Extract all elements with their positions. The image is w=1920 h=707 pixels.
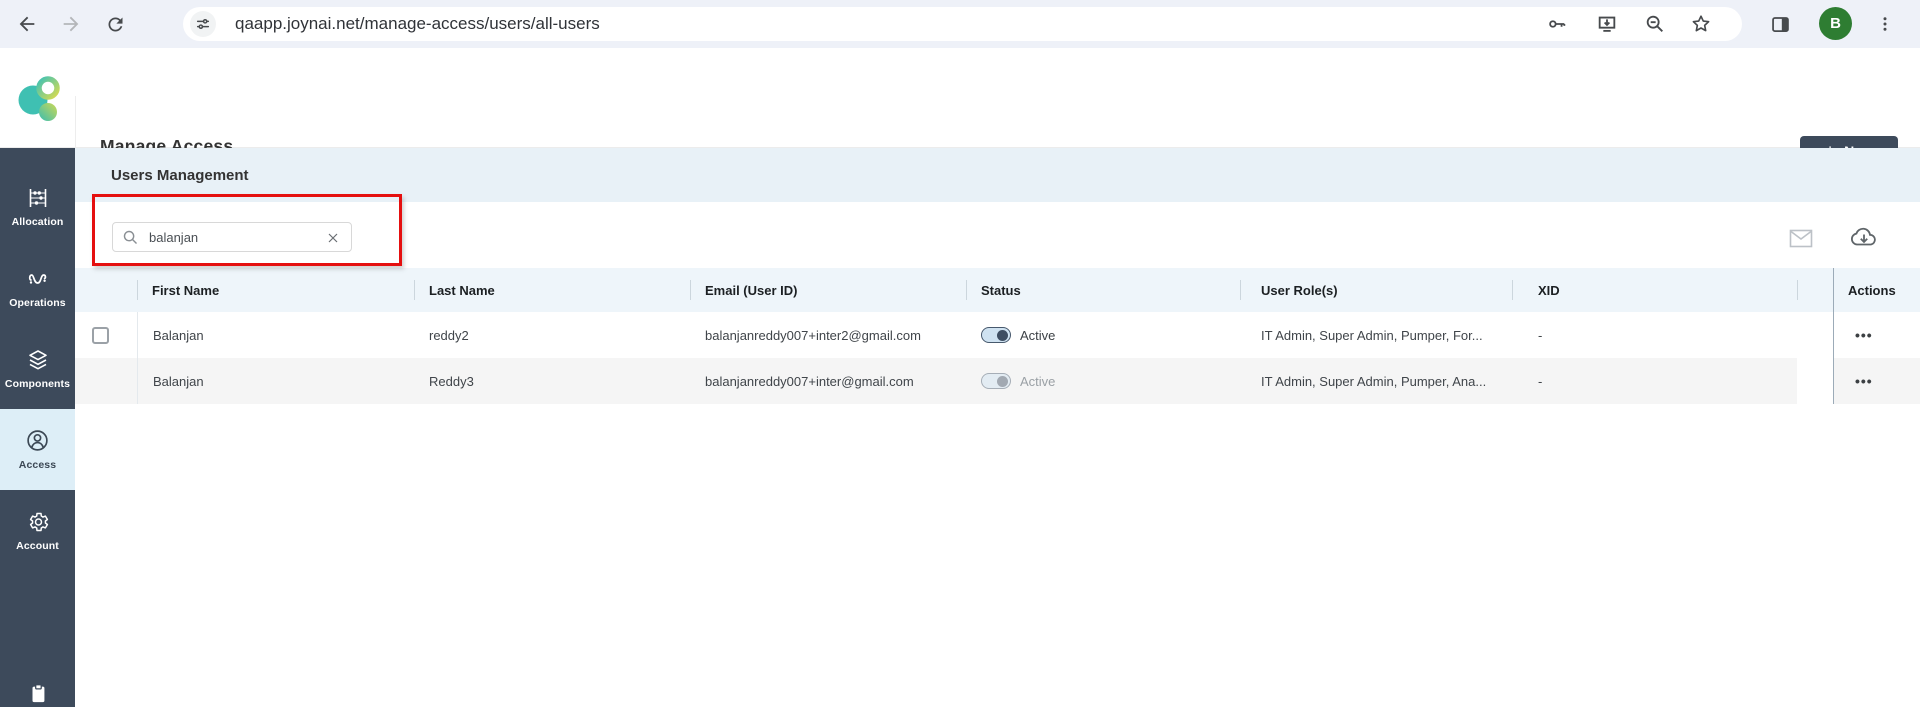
section-title: Users Management (111, 148, 249, 202)
app-header: Manage Access + New (0, 48, 1920, 148)
zoom-out-button[interactable] (1643, 12, 1667, 36)
column-header-last-name[interactable]: Last Name (414, 268, 690, 312)
browser-toolbar: qaapp.joynai.net/manage-access/users/all… (0, 0, 1920, 48)
search-input[interactable] (149, 224, 317, 250)
user-circle-icon (25, 428, 50, 453)
install-app-button[interactable] (1595, 12, 1619, 36)
cell-email: balanjanreddy007+inter2@gmail.com (690, 312, 966, 358)
url-text[interactable]: qaapp.joynai.net/manage-access/users/all… (235, 7, 600, 41)
sidebar-nav: Allocation Operations Components Access … (0, 148, 75, 707)
status-label: Active (1020, 328, 1055, 343)
column-header-actions: Actions (1833, 268, 1920, 312)
squiggle-icon (26, 267, 50, 291)
bookmark-button[interactable] (1689, 12, 1713, 36)
cell-email: balanjanreddy007+inter@gmail.com (690, 358, 966, 404)
cell-user-roles: IT Admin, Super Admin, Pumper, Ana... (1240, 358, 1512, 404)
sidebar-item-label: Account (16, 540, 59, 552)
cell-status: Active (966, 358, 1240, 404)
sidebar-item-operations[interactable]: Operations (0, 247, 75, 328)
sidebar-item-label: Allocation (12, 216, 64, 228)
cell-actions: ••• (1833, 358, 1920, 404)
column-header-email[interactable]: Email (User ID) (690, 268, 966, 312)
layers-icon (26, 348, 50, 372)
select-all-column-header (75, 268, 137, 312)
row-select-cell (75, 312, 137, 358)
row-select-cell (75, 358, 137, 404)
table-row: Balanjan Reddy3 balanjanreddy007+inter@g… (75, 358, 1920, 404)
sidebar-item-access[interactable]: Access (0, 409, 75, 490)
clipboard-icon (27, 681, 49, 705)
actions-column-divider (1833, 268, 1834, 404)
star-icon (1690, 13, 1712, 35)
cell-spacer (1797, 312, 1833, 358)
cell-user-roles: IT Admin, Super Admin, Pumper, For... (1240, 312, 1512, 358)
row-actions-menu-icon[interactable]: ••• (1855, 373, 1873, 389)
kebab-menu-icon (1876, 15, 1894, 33)
cell-actions: ••• (1833, 312, 1920, 358)
app-logo (16, 70, 66, 128)
key-icon (1546, 13, 1568, 35)
column-header-spacer (1797, 268, 1833, 312)
browser-profile-avatar[interactable]: B (1819, 7, 1852, 40)
screen-download-icon (1596, 13, 1618, 35)
users-table: First Name Last Name Email (User ID) Sta… (75, 268, 1920, 404)
sidebar-item-account[interactable]: Account (0, 490, 75, 571)
section-title-strip (75, 148, 1920, 202)
reload-icon (105, 14, 126, 35)
cell-last-name: reddy2 (414, 312, 690, 358)
sidebar-item-allocation[interactable]: Allocation (0, 166, 75, 247)
table-header-row: First Name Last Name Email (User ID) Sta… (75, 268, 1920, 312)
export-download-button[interactable] (1848, 222, 1880, 252)
password-manager-button[interactable] (1545, 12, 1569, 36)
back-arrow-icon (16, 13, 38, 35)
cell-xid: - (1512, 358, 1797, 404)
row-actions-menu-icon[interactable]: ••• (1855, 327, 1873, 343)
site-settings-button[interactable] (190, 11, 216, 37)
column-header-user-roles[interactable]: User Role(s) (1240, 268, 1512, 312)
row-checkbox[interactable] (92, 327, 109, 344)
gear-icon (26, 510, 50, 534)
status-label: Active (1020, 374, 1055, 389)
search-clear-button[interactable] (325, 230, 341, 246)
side-panel-button[interactable] (1763, 7, 1797, 41)
browser-forward-button[interactable] (54, 7, 88, 41)
cell-xid: - (1512, 312, 1797, 358)
close-icon (327, 232, 339, 244)
mail-icon (1789, 229, 1813, 248)
forward-arrow-icon (60, 13, 82, 35)
sidebar-item-label: Operations (9, 297, 65, 309)
sidebar-clipboard-button[interactable] (0, 680, 75, 706)
browser-back-button[interactable] (10, 7, 44, 41)
column-header-xid[interactable]: XID (1512, 268, 1797, 312)
tune-icon (195, 16, 211, 32)
column-header-first-name[interactable]: First Name (137, 268, 414, 312)
table-row: Balanjan reddy2 balanjanreddy007+inter2@… (75, 312, 1920, 358)
cell-last-name: Reddy3 (414, 358, 690, 404)
search-box (112, 222, 352, 252)
sidebar-item-components[interactable]: Components (0, 328, 75, 409)
browser-reload-button[interactable] (98, 7, 132, 41)
side-panel-icon (1770, 14, 1791, 35)
abacus-icon (26, 186, 50, 210)
column-header-status[interactable]: Status (966, 268, 1240, 312)
status-toggle[interactable] (981, 327, 1011, 343)
url-bar[interactable]: qaapp.joynai.net/manage-access/users/all… (183, 7, 1742, 41)
search-icon (122, 229, 139, 246)
zoom-out-icon (1644, 13, 1666, 35)
sidebar-item-label: Components (5, 378, 70, 390)
email-users-button[interactable] (1786, 224, 1816, 252)
cell-first-name: Balanjan (137, 358, 414, 404)
sidebar-item-label: Access (19, 459, 56, 471)
browser-menu-button[interactable] (1868, 7, 1902, 41)
cell-first-name: Balanjan (137, 312, 414, 358)
cloud-download-icon (1849, 225, 1879, 249)
cell-status: Active (966, 312, 1240, 358)
status-toggle[interactable] (981, 373, 1011, 389)
cell-spacer (1797, 358, 1833, 404)
